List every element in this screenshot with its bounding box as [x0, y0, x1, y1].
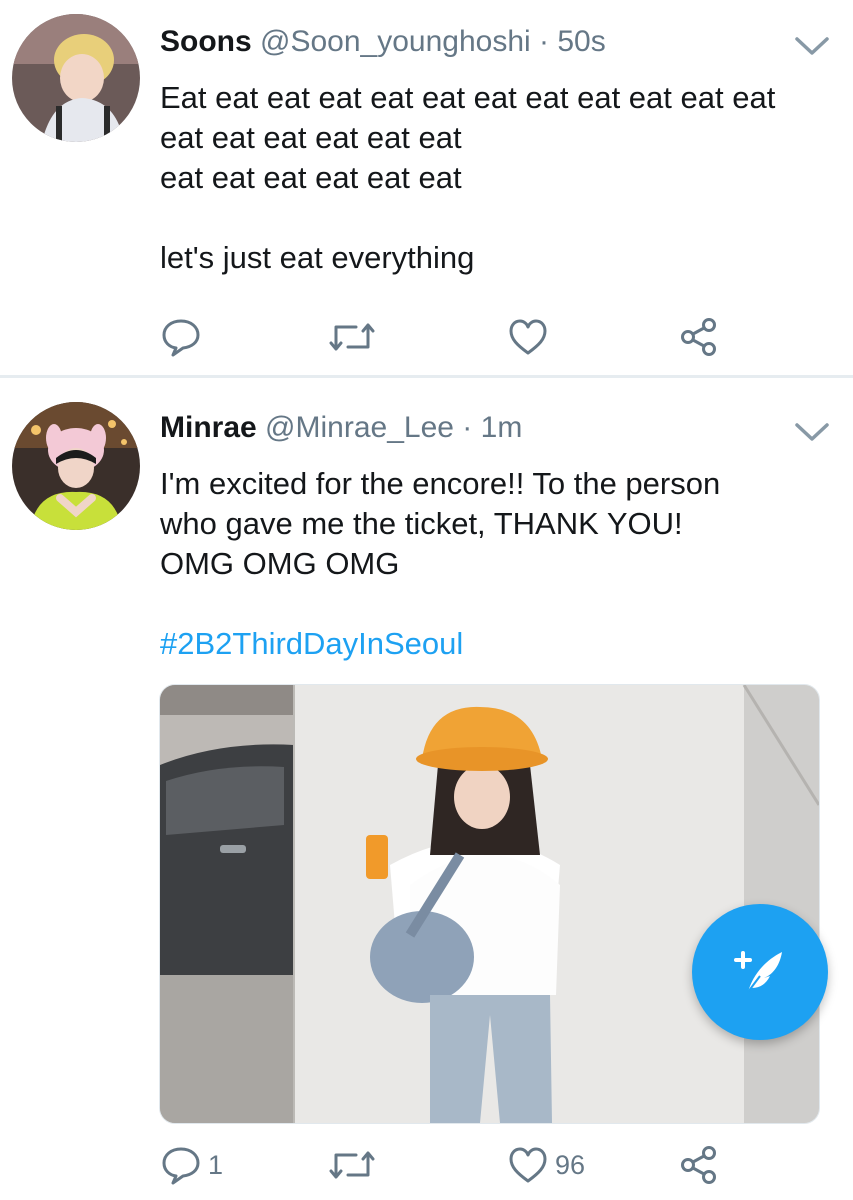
like-count: 96: [555, 1149, 586, 1180]
separator-dot: ·: [539, 25, 550, 58]
retweet-button[interactable]: [326, 1140, 384, 1190]
timestamp[interactable]: 1m: [481, 411, 523, 444]
avatar[interactable]: [12, 402, 140, 530]
reply-icon: [160, 1144, 202, 1186]
tweet-line: let's just eat everything: [160, 240, 475, 275]
tweet[interactable]: Minrae @Minrae_Lee · 1m I'm excited for …: [0, 378, 853, 1200]
hashtag-link[interactable]: #2B2ThirdDayInSeoul: [160, 624, 720, 664]
like-button[interactable]: [507, 312, 555, 362]
heart-icon: [507, 1145, 549, 1185]
share-button[interactable]: [678, 1140, 720, 1190]
author-handle[interactable]: @Soon_younghoshi: [260, 25, 531, 58]
tweet-line: eat eat eat eat eat eat: [160, 160, 462, 195]
tweet-line: Eat eat eat eat eat eat eat eat eat eat …: [160, 80, 776, 115]
author-handle[interactable]: @Minrae_Lee: [265, 411, 454, 444]
heart-icon: [507, 317, 549, 357]
reply-button[interactable]: 1: [160, 1140, 223, 1190]
tweet-line: eat eat eat eat eat eat: [160, 120, 462, 155]
tweet-line: [160, 198, 775, 238]
tweet-actions: [0, 312, 853, 362]
tweet-line-gap: [160, 584, 720, 624]
compose-tweet-icon: [730, 942, 790, 1003]
tweet-actions: 1 96: [0, 1140, 853, 1190]
chevron-down-icon[interactable]: [794, 35, 830, 57]
compose-tweet-button[interactable]: [692, 904, 828, 1040]
reply-count: 1: [208, 1149, 224, 1180]
tweet-line: I'm excited for the encore!! To the pers…: [160, 466, 721, 501]
tweet-line: OMG OMG OMG: [160, 546, 400, 581]
chevron-down-icon[interactable]: [794, 421, 830, 443]
avatar[interactable]: [12, 14, 140, 142]
like-button[interactable]: 96: [507, 1140, 585, 1190]
retweet-icon: [326, 1145, 378, 1185]
reply-button[interactable]: [160, 312, 208, 362]
tweet-text: I'm excited for the encore!! To the pers…: [160, 464, 720, 664]
author-name[interactable]: Minrae: [160, 411, 257, 444]
retweet-button[interactable]: [326, 312, 384, 362]
reply-icon: [160, 316, 202, 358]
tweet-header: Minrae @Minrae_Lee · 1m: [160, 410, 522, 446]
separator-dot: ·: [462, 411, 473, 444]
timestamp[interactable]: 50s: [557, 25, 605, 58]
tweet-header: Soons @Soon_younghoshi · 50s: [160, 24, 606, 60]
retweet-icon: [326, 317, 378, 357]
tweet-text: Eat eat eat eat eat eat eat eat eat eat …: [160, 78, 775, 278]
tweet-line: who gave me the ticket, THANK YOU!: [160, 506, 683, 541]
tweet[interactable]: Soons @Soon_younghoshi · 50s Eat eat eat…: [0, 0, 853, 376]
author-name[interactable]: Soons: [160, 25, 252, 58]
share-button[interactable]: [678, 312, 720, 362]
share-icon: [678, 1144, 720, 1186]
tweet-photo[interactable]: [159, 684, 820, 1124]
share-icon: [678, 316, 720, 358]
